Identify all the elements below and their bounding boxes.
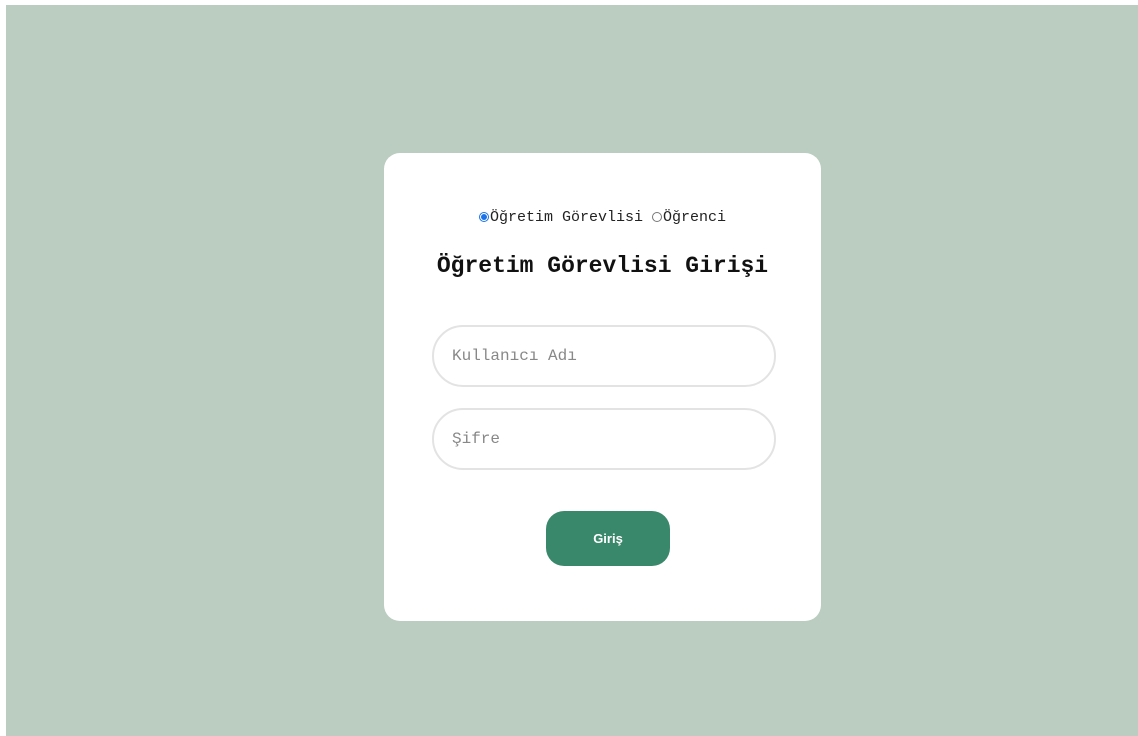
role-selector: Öğretim Görevlisi Öğrenci — [384, 209, 821, 228]
role-option-student[interactable]: Öğrenci — [652, 209, 726, 226]
role-option-instructor[interactable]: Öğretim Görevlisi — [478, 209, 643, 226]
login-button[interactable]: Giriş — [546, 511, 670, 566]
login-card: Öğretim Görevlisi Öğrenci Öğretim Görevl… — [384, 153, 821, 621]
username-input[interactable] — [432, 325, 776, 387]
role-option-student-label: Öğrenci — [663, 209, 727, 226]
radio-unchecked-icon[interactable] — [652, 211, 662, 222]
page-background: Öğretim Görevlisi Öğrenci Öğretim Görevl… — [6, 5, 1138, 736]
role-option-instructor-label: Öğretim Görevlisi — [489, 209, 643, 226]
login-title: Öğretim Görevlisi Girişi — [436, 253, 769, 279]
password-input[interactable] — [432, 408, 776, 470]
radio-checked-icon[interactable] — [478, 211, 489, 222]
